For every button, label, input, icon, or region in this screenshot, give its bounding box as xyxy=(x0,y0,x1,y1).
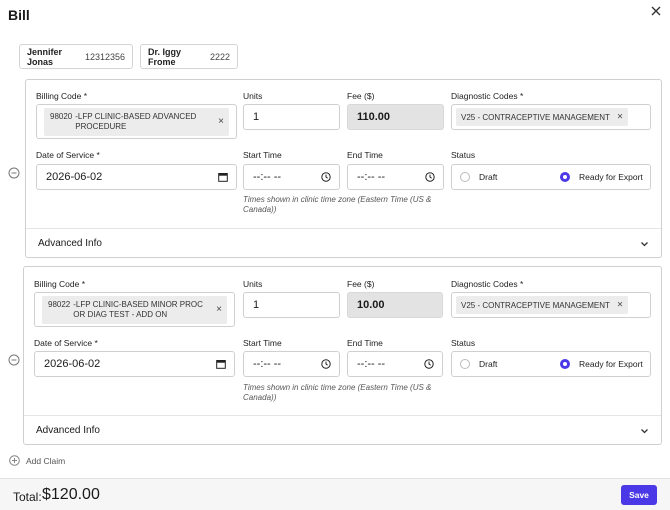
billing-code-label: Billing Code * xyxy=(36,91,88,101)
start-time-label: Start Time xyxy=(243,338,282,348)
close-icon[interactable] xyxy=(649,4,663,18)
ready-for-export-radio[interactable] xyxy=(560,172,570,182)
time-zone-hint: Times shown in clinic time zone (Eastern… xyxy=(243,383,432,402)
end-time-label: End Time xyxy=(347,338,383,348)
date-of-service-input[interactable]: 2026-06-02 xyxy=(34,351,235,377)
billing-code-field[interactable]: 98020 -LFP CLINIC-BASED ADVANCED PROCEDU… xyxy=(36,104,237,139)
fee-input: 10.00 xyxy=(347,292,443,318)
add-claim-button[interactable]: Add Claim xyxy=(9,455,65,466)
billing-code-description: -LFP CLINIC-BASED MINOR PROC OR DIAG TES… xyxy=(73,300,203,319)
units-label: Units xyxy=(243,91,263,101)
total-label: Total: xyxy=(13,490,42,504)
clock-icon[interactable] xyxy=(321,359,331,369)
fee-label: Fee ($) xyxy=(347,91,375,101)
date-of-service-label: Date of Service * xyxy=(34,338,98,348)
billing-code-label: Billing Code * xyxy=(34,279,86,289)
remove-tag-icon[interactable]: × xyxy=(617,112,623,123)
modal-footer: Total: $120.00 Save xyxy=(0,478,670,510)
patient-pill[interactable]: Jennifer Jonas 12312356 xyxy=(19,44,133,69)
chevron-down-icon xyxy=(640,239,649,248)
units-label: Units xyxy=(243,279,263,289)
status-label: Status xyxy=(451,150,476,160)
billing-code-field[interactable]: 98022 -LFP CLINIC-BASED MINOR PROC OR DI… xyxy=(34,292,235,327)
remove-tag-icon[interactable]: × xyxy=(216,305,222,315)
start-time-input[interactable]: --:-- -- xyxy=(243,164,340,190)
draft-label: Draft xyxy=(479,359,498,369)
billing-code-tag: 98020 -LFP CLINIC-BASED ADVANCED PROCEDU… xyxy=(44,108,229,136)
diagnostic-codes-label: Diagnostic Codes * xyxy=(451,279,524,289)
chevron-down-icon xyxy=(640,426,649,435)
billing-code-description: -LFP CLINIC-BASED ADVANCED PROCEDURE xyxy=(75,112,197,131)
diagnostic-code-tag: V25 - CONTRACEPTIVE MANAGEMENT × xyxy=(456,296,628,314)
date-of-service-input[interactable]: 2026-06-02 xyxy=(36,164,237,190)
claim-card: Billing Code * 98020 -LFP CLINIC-BASED A… xyxy=(25,79,662,258)
draft-label: Draft xyxy=(479,172,498,182)
clock-icon[interactable] xyxy=(321,172,331,182)
plus-circle-icon xyxy=(9,455,20,466)
clock-icon[interactable] xyxy=(425,172,435,182)
patient-id: 12312356 xyxy=(84,51,125,62)
draft-radio[interactable] xyxy=(460,172,470,182)
calendar-icon[interactable] xyxy=(218,172,228,182)
status-radio-group: Draft Ready for Export xyxy=(451,351,651,377)
remove-tag-icon[interactable]: × xyxy=(617,300,623,311)
ready-for-export-label: Ready for Export xyxy=(579,172,643,182)
patient-name: Jennifer Jonas xyxy=(27,46,63,67)
billing-code-number: 98022 xyxy=(48,300,71,309)
ready-for-export-radio[interactable] xyxy=(560,359,570,369)
start-time-label: Start Time xyxy=(243,150,282,160)
provider-id: 2222 xyxy=(209,51,230,62)
status-radio-group: Draft Ready for Export xyxy=(451,164,651,190)
claim-card: Billing Code * 98022 -LFP CLINIC-BASED M… xyxy=(23,266,662,445)
diagnostic-codes-field[interactable]: V25 - CONTRACEPTIVE MANAGEMENT × xyxy=(451,292,651,318)
advanced-info-label: Advanced Info xyxy=(36,425,100,436)
end-time-input[interactable]: --:-- -- xyxy=(347,351,443,377)
remove-claim-icon[interactable] xyxy=(8,167,20,179)
remove-tag-icon[interactable]: × xyxy=(218,117,224,127)
end-time-label: End Time xyxy=(347,150,383,160)
billing-code-number: 98020 xyxy=(50,112,73,121)
provider-pill[interactable]: Dr. Iggy Frome 2222 xyxy=(140,44,238,69)
diagnostic-codes-field[interactable]: V25 - CONTRACEPTIVE MANAGEMENT × xyxy=(451,104,651,130)
fee-label: Fee ($) xyxy=(347,279,375,289)
save-button[interactable]: Save xyxy=(621,485,657,505)
add-claim-label: Add Claim xyxy=(26,455,66,466)
date-of-service-label: Date of Service * xyxy=(36,150,100,160)
calendar-icon[interactable] xyxy=(216,359,226,369)
status-label: Status xyxy=(451,338,476,348)
end-time-input[interactable]: --:-- -- xyxy=(347,164,444,190)
time-zone-hint: Times shown in clinic time zone (Eastern… xyxy=(243,195,432,214)
units-input[interactable]: 1 xyxy=(243,292,340,318)
fee-input: 110.00 xyxy=(347,104,444,130)
advanced-info-toggle[interactable]: Advanced Info xyxy=(26,228,661,258)
diagnostic-codes-label: Diagnostic Codes * xyxy=(451,91,524,101)
provider-name: Dr. Iggy Frome xyxy=(148,46,182,67)
start-time-input[interactable]: --:-- -- xyxy=(243,351,340,377)
draft-radio[interactable] xyxy=(460,359,470,369)
clock-icon[interactable] xyxy=(424,359,434,369)
modal-title: Bill xyxy=(8,7,30,23)
units-input[interactable]: 1 xyxy=(243,104,340,130)
ready-for-export-label: Ready for Export xyxy=(579,359,643,369)
advanced-info-label: Advanced Info xyxy=(38,238,102,249)
billing-code-tag: 98022 -LFP CLINIC-BASED MINOR PROC OR DI… xyxy=(42,296,227,324)
remove-claim-icon[interactable] xyxy=(8,354,20,366)
advanced-info-toggle[interactable]: Advanced Info xyxy=(24,415,661,445)
total-value: $120.00 xyxy=(42,486,100,503)
diagnostic-code-tag: V25 - CONTRACEPTIVE MANAGEMENT × xyxy=(456,108,628,126)
